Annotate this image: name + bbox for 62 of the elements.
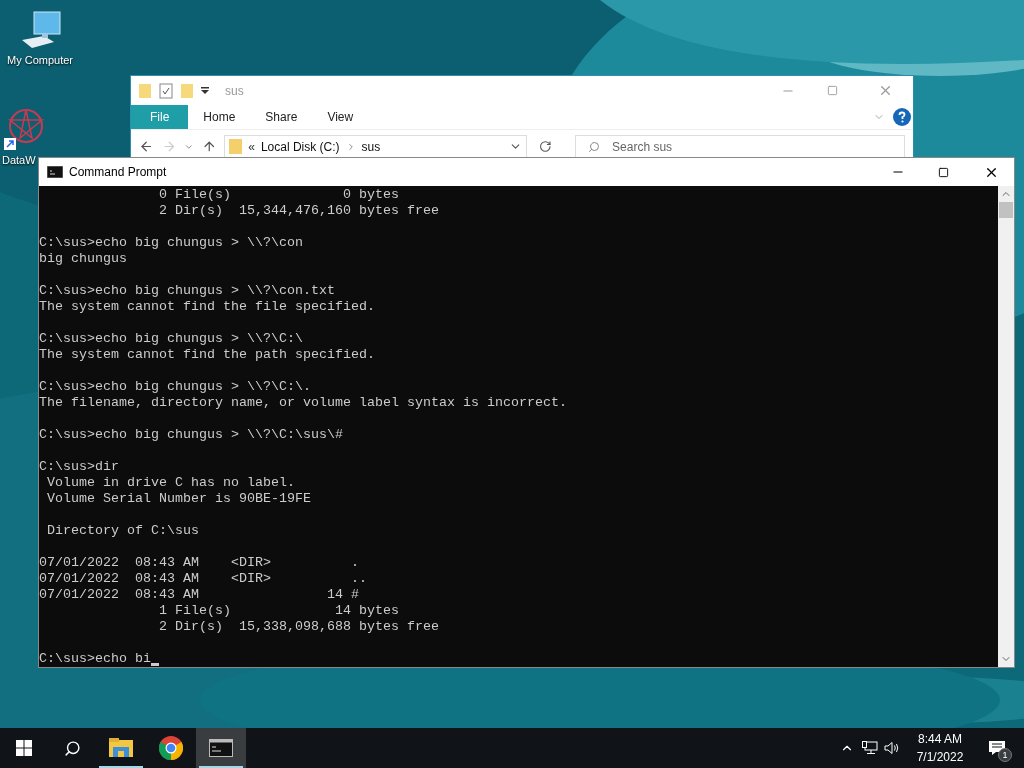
- console-line: C:\sus>echo big chungus > \\?\C:\sus\#: [39, 427, 343, 443]
- folder-icon: [139, 82, 151, 99]
- desktop-icon-label[interactable]: DataW: [2, 152, 36, 169]
- console-line: C:\sus>dir: [39, 459, 119, 475]
- dropdown-icon[interactable]: [201, 86, 209, 95]
- breadcrumb[interactable]: sus: [361, 137, 381, 156]
- clock-time: 8:44 AM: [918, 731, 962, 748]
- notification-count: 1: [998, 748, 1012, 762]
- taskbar-app[interactable]: [196, 728, 246, 768]
- clock[interactable]: 8:44 AM 7/1/2022: [908, 730, 972, 766]
- console-line: 1 File(s) 14 bytes: [157, 603, 399, 619]
- scrollbar-thumb[interactable]: [999, 202, 1013, 218]
- console-line: 07/01/2022 08:43 AM <DIR> ..: [39, 571, 367, 587]
- network-icon[interactable]: [862, 741, 878, 755]
- back-icon[interactable]: [139, 139, 154, 154]
- shortcut-icon: [2, 108, 46, 152]
- console-line: 0 File(s) 0 bytes: [157, 187, 399, 203]
- console-line: 2 Dir(s) 15,344,476,160 bytes free: [157, 203, 439, 219]
- running-indicator: [199, 766, 243, 768]
- folder-icon: [229, 138, 243, 155]
- window-title: Command Prompt: [69, 164, 167, 181]
- windows-icon: [16, 740, 32, 756]
- help-icon[interactable]: [893, 108, 911, 126]
- console-line: C:\sus>echo big chungus > \\?\con.txt: [39, 283, 335, 299]
- console-line: C:\sus>echo big chungus > \\?\C:\.: [39, 379, 311, 395]
- folder-icon: [181, 82, 193, 99]
- console-line: C:\sus>echo big chungus > \\?\con: [39, 235, 303, 251]
- search-icon: [63, 739, 81, 757]
- maximize-icon[interactable]: [938, 166, 949, 178]
- console-line: big chungus: [39, 251, 127, 267]
- console-line: Volume in drive C has no label.: [46, 475, 295, 491]
- breadcrumb[interactable]: Local Disk (C:): [260, 137, 340, 156]
- ribbon-tab[interactable]: Share: [250, 105, 313, 129]
- console-line: C:\sus>echo bi: [39, 651, 151, 667]
- console-icon: [209, 739, 233, 757]
- up-icon[interactable]: [201, 139, 217, 154]
- console-line: 07/01/2022 08:43 AM 14 #: [39, 587, 359, 603]
- text-cursor: [151, 663, 159, 666]
- volume-icon[interactable]: [884, 741, 900, 755]
- clock-date: 7/1/2022: [916, 749, 964, 766]
- console-line: Directory of C:\sus: [46, 523, 199, 539]
- console-line: 2 Dir(s) 15,338,098,688 bytes free: [157, 619, 439, 635]
- refresh-icon[interactable]: [538, 140, 552, 153]
- folder-icon: [109, 738, 133, 758]
- scrollbar[interactable]: [998, 186, 1014, 667]
- console-line: The system cannot find the path specified.: [39, 347, 375, 363]
- console-line: 07/01/2022 08:43 AM <DIR> .: [39, 555, 359, 571]
- desktop-icon-label[interactable]: My Computer: [7, 52, 73, 69]
- ribbon-tab[interactable]: Home: [188, 105, 251, 129]
- console-icon: [47, 166, 63, 178]
- window-title: sus: [225, 82, 244, 100]
- properties-icon: [159, 82, 173, 99]
- console-line: C:\sus>echo big chungus > \\?\C:\: [39, 331, 303, 347]
- chrome-icon: [159, 736, 183, 760]
- search-icon: [588, 140, 601, 153]
- running-indicator: [99, 766, 143, 768]
- console-line: The filename, directory name, or volume label syntax is incorrect.: [39, 395, 567, 411]
- search-placeholder: Search sus: [612, 138, 673, 156]
- console-line: The system cannot find the file specified.: [39, 299, 375, 315]
- overflow-chevron[interactable]: «: [248, 137, 255, 156]
- ribbon-tab[interactable]: View: [312, 105, 369, 129]
- console-line: Volume Serial Number is 90BE-19FE: [46, 491, 311, 507]
